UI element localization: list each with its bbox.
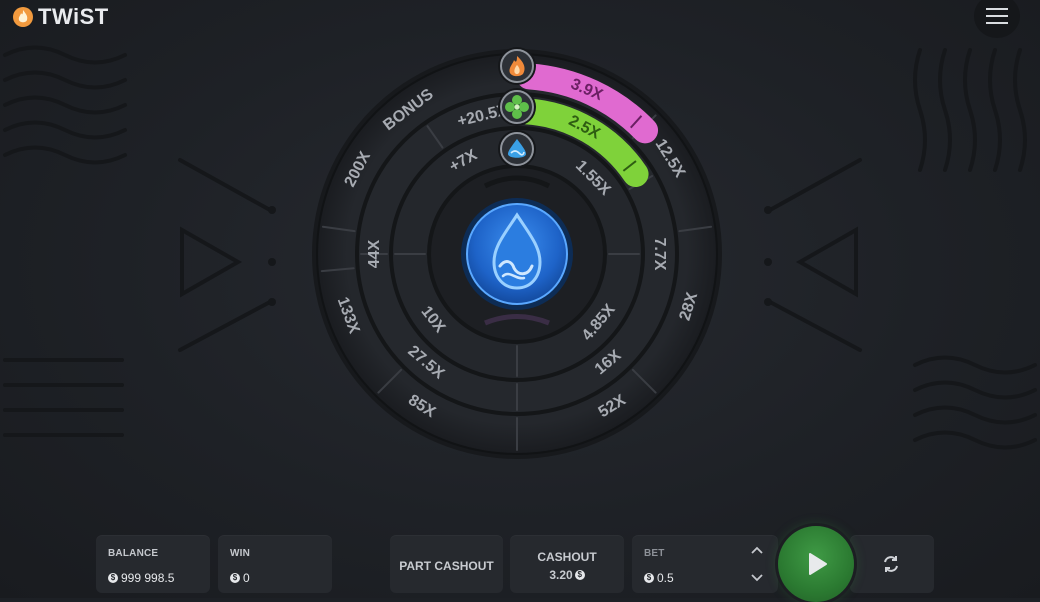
part-cashout-button[interactable]: PART CASHOUT [390,535,503,593]
wheel-label-middle: 7.7X [651,238,668,271]
menu-icon-line [986,15,1008,17]
bet-amount[interactable]: 0.5 [657,571,674,585]
play-button[interactable] [778,526,854,602]
win-label: WIN [230,548,251,559]
balance-amount: 999 998.5 [121,571,175,585]
menu-icon-line [986,8,1008,10]
cashout-label: CASHOUT [537,550,597,564]
cashout-amount: 3.20 [549,568,573,582]
leaf-icon [498,88,536,126]
wheel-label-middle: 44X [366,239,383,268]
chevron-down-icon [751,574,763,582]
chevron-up-icon [751,546,763,554]
left-decoration [3,45,276,437]
balance-label: BALANCE [108,548,159,559]
balance-panel: BALANCE $ 999 998.5 [96,535,210,593]
bet-label: BET [644,548,665,559]
win-value: $ 0 [230,571,250,585]
balance-value: $ 999 998.5 [108,571,174,585]
win-amount: 0 [243,571,250,585]
cashout-button[interactable]: CASHOUT 3.20 $ [510,535,624,593]
coin-icon: $ [108,573,118,583]
bet-increase-button[interactable] [744,539,770,561]
part-cashout-label: PART CASHOUT [399,559,494,573]
coin-icon: $ [644,573,654,583]
bet-panel: BET $ 0.5 [632,535,778,593]
refresh-icon [884,556,898,572]
water-drop-icon [498,130,536,168]
bet-value: $ 0.5 [644,571,674,585]
right-decoration [764,48,1037,450]
app-logo: TWiST [12,4,109,30]
fire-icon [498,47,536,85]
bet-decrease-button[interactable] [744,567,770,589]
play-icon [809,553,827,575]
bottom-bar: BALANCE $ 999 998.5 WIN $ 0 PART CASHOUT… [0,526,1040,602]
fire-logo-icon [13,7,33,27]
multiplier-wheel: 3.9X2.5X BONUS12.5X28X52X85X133X200X+20.… [312,47,722,459]
game-frame: TWiST 3.9X 2.5X BONUS 12.5X 28X 52X 85X … [0,0,1040,602]
autoplay-button[interactable] [850,535,934,593]
win-panel: WIN $ 0 [218,535,332,593]
menu-icon-line [986,22,1008,24]
cashout-value: 3.20 $ [510,568,624,582]
menu-button[interactable] [974,0,1020,38]
coin-icon: $ [230,573,240,583]
app-title: TWiST [38,4,109,29]
coin-icon: $ [574,570,585,580]
